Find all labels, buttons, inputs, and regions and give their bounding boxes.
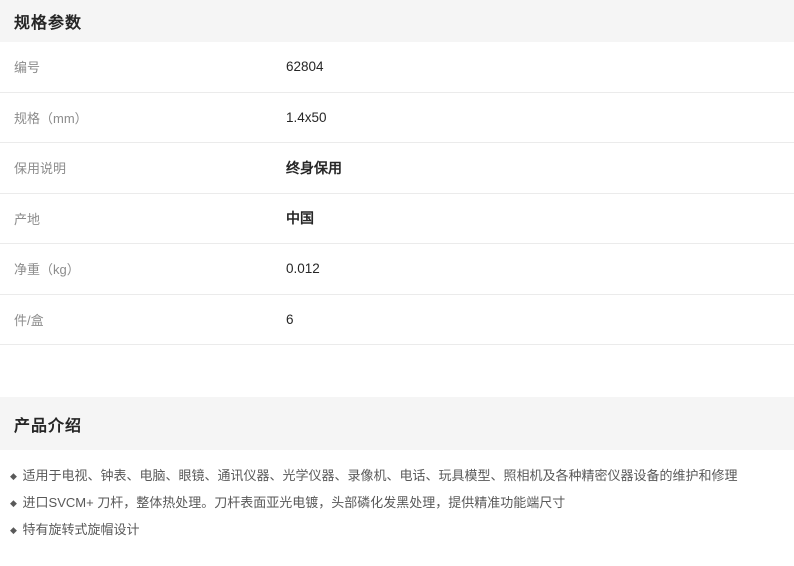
intro-bullet: ◆ 适用于电视、钟表、电脑、眼镜、通讯仪器、光学仪器、录像机、电话、玩具模型、照… — [10, 463, 780, 490]
diamond-bullet-icon: ◆ — [10, 498, 17, 508]
diamond-bullet-icon: ◆ — [10, 471, 17, 481]
intro-section-header: 产品介绍 — [0, 397, 794, 450]
diamond-bullet-icon: ◆ — [10, 525, 17, 535]
bullet-text: 特有旋转式旋帽设计 — [23, 522, 140, 537]
specs-section-title: 规格参数 — [14, 9, 82, 33]
specs-section: 规格参数 编号 62804 规格（mm） 1.4x50 保用说明 终身保用 产地… — [0, 0, 794, 345]
spec-label: 编号 — [0, 57, 286, 76]
spec-value: 62804 — [286, 59, 324, 74]
intro-bullet-list: ◆ 适用于电视、钟表、电脑、眼镜、通讯仪器、光学仪器、录像机、电话、玩具模型、照… — [0, 450, 794, 555]
spec-row: 件/盒 6 — [0, 295, 794, 346]
spec-row: 保用说明 终身保用 — [0, 143, 794, 194]
bullet-text: 适用于电视、钟表、电脑、眼镜、通讯仪器、光学仪器、录像机、电话、玩具模型、照相机… — [23, 468, 738, 483]
spec-value: 0.012 — [286, 261, 320, 276]
intro-section-title: 产品介绍 — [14, 412, 82, 436]
intro-bullet: ◆ 进口SVCM+ 刀杆，整体热处理。刀杆表面亚光电镀，头部磷化发黑处理，提供精… — [10, 490, 780, 517]
spec-label: 产地 — [0, 209, 286, 228]
section-gap — [0, 345, 794, 397]
spec-label: 保用说明 — [0, 158, 286, 177]
spec-row: 净重（kg） 0.012 — [0, 244, 794, 295]
spec-value: 终身保用 — [286, 158, 342, 178]
spec-label: 规格（mm） — [0, 108, 286, 127]
spec-row: 编号 62804 — [0, 42, 794, 93]
specs-table: 编号 62804 规格（mm） 1.4x50 保用说明 终身保用 产地 中国 净… — [0, 42, 794, 345]
spec-row: 规格（mm） 1.4x50 — [0, 93, 794, 144]
intro-section: 产品介绍 ◆ 适用于电视、钟表、电脑、眼镜、通讯仪器、光学仪器、录像机、电话、玩… — [0, 397, 794, 566]
spec-label: 件/盒 — [0, 310, 286, 329]
spec-label: 净重（kg） — [0, 259, 286, 278]
spec-value: 中国 — [286, 208, 314, 228]
spec-value: 6 — [286, 312, 294, 327]
spec-value: 1.4x50 — [286, 110, 327, 125]
specs-section-header: 规格参数 — [0, 0, 794, 42]
product-detail-page: 规格参数 编号 62804 规格（mm） 1.4x50 保用说明 终身保用 产地… — [0, 0, 794, 566]
spec-row: 产地 中国 — [0, 194, 794, 245]
bullet-text: 进口SVCM+ 刀杆，整体热处理。刀杆表面亚光电镀，头部磷化发黑处理，提供精准功… — [23, 495, 566, 510]
intro-bullet: ◆ 特有旋转式旋帽设计 — [10, 517, 780, 544]
